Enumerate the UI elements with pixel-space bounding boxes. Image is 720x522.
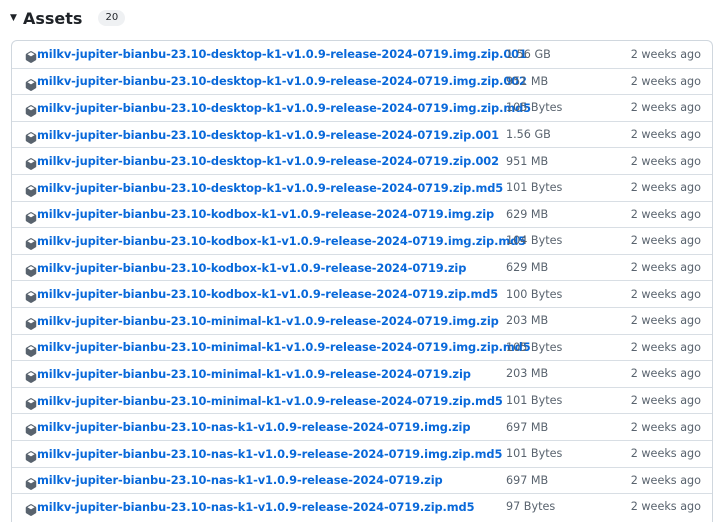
asset-download-link[interactable]: milkv-jupiter-bianbu-23.10-nas-k1-v1.0.9…: [37, 473, 443, 487]
asset-size: 101 Bytes: [506, 394, 563, 408]
asset-row: milkv-jupiter-bianbu-23.10-nas-k1-v1.0.9…: [12, 466, 712, 494]
asset-row: milkv-jupiter-bianbu-23.10-desktop-k1-v1…: [12, 94, 712, 121]
asset-download-link[interactable]: milkv-jupiter-bianbu-23.10-minimal-k1-v1…: [37, 394, 503, 408]
asset-date: 2 weeks ago: [630, 128, 701, 142]
package-icon: [25, 501, 37, 516]
asset-date: 2 weeks ago: [630, 394, 701, 408]
asset-download-link[interactable]: milkv-jupiter-bianbu-23.10-nas-k1-v1.0.9…: [37, 447, 502, 461]
assets-count-badge: 20: [98, 10, 126, 26]
asset-download-link[interactable]: milkv-jupiter-bianbu-23.10-minimal-k1-v1…: [37, 314, 499, 328]
asset-date: 2 weeks ago: [630, 181, 701, 195]
asset-size: 1.56 GB: [506, 128, 551, 142]
asset-download-link[interactable]: milkv-jupiter-bianbu-23.10-desktop-k1-v1…: [37, 47, 527, 61]
asset-date: 2 weeks ago: [630, 101, 701, 115]
package-icon: [25, 209, 37, 224]
asset-download-link[interactable]: milkv-jupiter-bianbu-23.10-minimal-k1-v1…: [37, 340, 531, 354]
package-icon: [25, 421, 37, 437]
asset-size: 629 MB: [506, 261, 549, 275]
asset-size: 101 Bytes: [506, 447, 563, 461]
package-icon: [25, 48, 37, 63]
asset-download-link[interactable]: milkv-jupiter-bianbu-23.10-desktop-k1-v1…: [37, 128, 499, 142]
asset-download-link[interactable]: milkv-jupiter-bianbu-23.10-kodbox-k1-v1.…: [37, 287, 498, 301]
asset-row: milkv-jupiter-bianbu-23.10-kodbox-k1-v1.…: [12, 280, 712, 307]
asset-date: 2 weeks ago: [630, 207, 701, 221]
asset-size: 697 MB: [506, 420, 549, 434]
package-icon: [25, 448, 37, 463]
package-icon: [25, 235, 37, 251]
asset-size: 697 MB: [506, 473, 549, 487]
package-icon: [25, 129, 37, 144]
asset-date: 2 weeks ago: [630, 261, 701, 275]
asset-size: 104 Bytes: [506, 234, 563, 248]
asset-download-link[interactable]: milkv-jupiter-bianbu-23.10-desktop-k1-v1…: [37, 74, 527, 88]
asset-row: milkv-jupiter-bianbu-23.10-kodbox-k1-v1.…: [12, 227, 712, 254]
asset-row: milkv-jupiter-bianbu-23.10-desktop-k1-v1…: [12, 41, 712, 68]
package-icon: [25, 342, 37, 357]
asset-row: milkv-jupiter-bianbu-23.10-nas-k1-v1.0.9…: [12, 413, 712, 440]
package-icon: [25, 76, 37, 91]
asset-download-link[interactable]: milkv-jupiter-bianbu-23.10-desktop-k1-v1…: [37, 181, 503, 195]
asset-date: 2 weeks ago: [630, 234, 701, 248]
assets-list: milkv-jupiter-bianbu-23.10-desktop-k1-v1…: [11, 40, 713, 522]
package-icon: [25, 315, 37, 330]
package-icon: [25, 475, 37, 490]
asset-download-link[interactable]: milkv-jupiter-bianbu-23.10-kodbox-k1-v1.…: [37, 207, 494, 221]
asset-date: 2 weeks ago: [630, 447, 701, 461]
asset-download-link[interactable]: milkv-jupiter-bianbu-23.10-nas-k1-v1.0.9…: [37, 500, 475, 514]
triangle-down-icon[interactable]: ▼: [10, 13, 22, 23]
asset-row: milkv-jupiter-bianbu-23.10-nas-k1-v1.0.9…: [12, 493, 712, 520]
asset-row: milkv-jupiter-bianbu-23.10-kodbox-k1-v1.…: [12, 200, 712, 228]
asset-row: milkv-jupiter-bianbu-23.10-kodbox-k1-v1.…: [12, 253, 712, 281]
asset-size: 629 MB: [506, 207, 549, 221]
assets-title[interactable]: Assets: [23, 9, 82, 28]
asset-download-link[interactable]: milkv-jupiter-bianbu-23.10-kodbox-k1-v1.…: [37, 234, 526, 248]
asset-date: 2 weeks ago: [630, 74, 701, 88]
asset-size: 203 MB: [506, 367, 549, 381]
asset-row: milkv-jupiter-bianbu-23.10-desktop-k1-v1…: [12, 67, 712, 95]
asset-date: 2 weeks ago: [630, 340, 701, 354]
asset-row: milkv-jupiter-bianbu-23.10-desktop-k1-v1…: [12, 173, 712, 201]
package-icon: [25, 395, 37, 410]
assets-header: ▼ Assets 20: [10, 4, 126, 32]
asset-row: milkv-jupiter-bianbu-23.10-minimal-k1-v1…: [12, 333, 712, 361]
asset-date: 2 weeks ago: [630, 473, 701, 487]
asset-row: milkv-jupiter-bianbu-23.10-nas-k1-v1.0.9…: [12, 439, 712, 467]
asset-size: 951 MB: [506, 74, 549, 88]
package-icon: [25, 368, 37, 384]
asset-row: milkv-jupiter-bianbu-23.10-minimal-k1-v1…: [12, 360, 712, 387]
asset-download-link[interactable]: milkv-jupiter-bianbu-23.10-desktop-k1-v1…: [37, 154, 499, 168]
asset-date: 2 weeks ago: [630, 314, 701, 328]
asset-size: 97 Bytes: [506, 500, 556, 514]
asset-date: 2 weeks ago: [630, 420, 701, 434]
package-icon: [25, 102, 37, 118]
asset-size: 203 MB: [506, 314, 549, 328]
asset-size: 105 Bytes: [506, 101, 563, 115]
asset-size: 951 MB: [506, 154, 549, 168]
asset-size: 105 Bytes: [506, 340, 563, 354]
asset-date: 2 weeks ago: [630, 500, 701, 514]
package-icon: [25, 155, 37, 171]
asset-date: 2 weeks ago: [630, 154, 701, 168]
asset-date: 2 weeks ago: [630, 47, 701, 61]
asset-row: milkv-jupiter-bianbu-23.10-desktop-k1-v1…: [12, 120, 712, 148]
package-icon: [25, 262, 37, 277]
asset-download-link[interactable]: milkv-jupiter-bianbu-23.10-kodbox-k1-v1.…: [37, 261, 466, 275]
package-icon: [25, 182, 37, 197]
asset-download-link[interactable]: milkv-jupiter-bianbu-23.10-minimal-k1-v1…: [37, 367, 471, 381]
asset-size: 101 Bytes: [506, 181, 563, 195]
asset-size: 100 Bytes: [506, 287, 563, 301]
asset-row: milkv-jupiter-bianbu-23.10-minimal-k1-v1…: [12, 306, 712, 334]
asset-row: milkv-jupiter-bianbu-23.10-desktop-k1-v1…: [12, 147, 712, 174]
asset-size: 1.56 GB: [506, 47, 551, 61]
asset-download-link[interactable]: milkv-jupiter-bianbu-23.10-desktop-k1-v1…: [37, 101, 531, 115]
asset-date: 2 weeks ago: [630, 287, 701, 301]
asset-download-link[interactable]: milkv-jupiter-bianbu-23.10-nas-k1-v1.0.9…: [37, 420, 471, 434]
asset-date: 2 weeks ago: [630, 367, 701, 381]
package-icon: [25, 288, 37, 304]
asset-row: milkv-jupiter-bianbu-23.10-minimal-k1-v1…: [12, 386, 712, 414]
